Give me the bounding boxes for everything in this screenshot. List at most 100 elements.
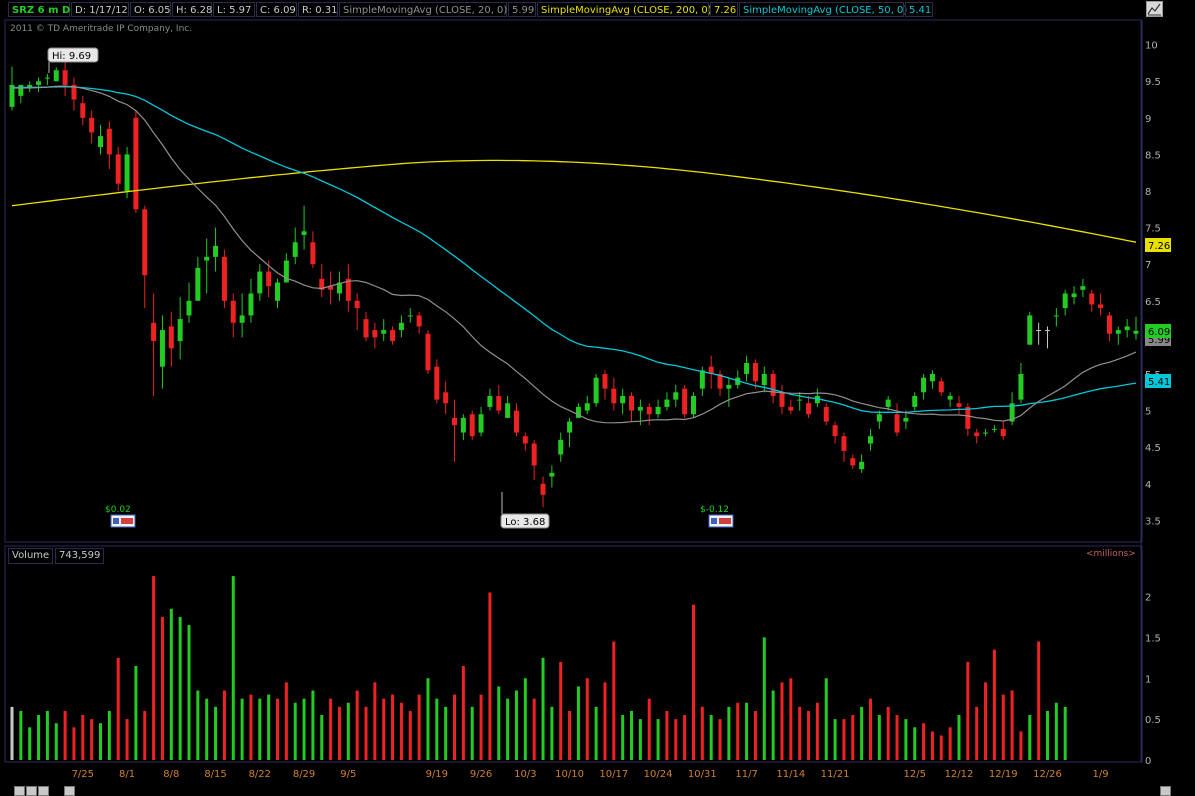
candle[interactable]	[204, 238, 210, 294]
candle[interactable]	[929, 370, 935, 389]
candle[interactable]	[602, 370, 608, 400]
candle[interactable]	[567, 417, 573, 448]
candle[interactable]	[221, 249, 227, 309]
candle[interactable]	[593, 373, 599, 407]
candle[interactable]	[646, 403, 652, 426]
candle[interactable]	[956, 395, 962, 415]
candle[interactable]	[336, 271, 342, 301]
candle[interactable]	[407, 308, 413, 323]
candle[interactable]	[354, 293, 360, 331]
candle[interactable]	[469, 410, 475, 440]
price-volume-chart[interactable]: 3.544.555.566.577.588.599.510 00.511.52 …	[0, 0, 1195, 796]
candle[interactable]	[1080, 278, 1086, 298]
candle[interactable]	[894, 403, 900, 437]
candle[interactable]	[629, 392, 635, 422]
candle[interactable]	[398, 315, 404, 338]
candle[interactable]	[859, 454, 865, 473]
candle[interactable]	[1098, 293, 1104, 316]
candle[interactable]	[1044, 326, 1050, 349]
candle[interactable]	[983, 428, 989, 437]
candle[interactable]	[673, 384, 679, 407]
candle[interactable]	[460, 414, 466, 440]
candle[interactable]	[522, 432, 528, 451]
candle[interactable]	[744, 355, 750, 382]
candle[interactable]	[257, 264, 263, 301]
candle[interactable]	[832, 421, 838, 444]
candle[interactable]	[655, 399, 661, 418]
candle[interactable]	[664, 392, 670, 411]
candle[interactable]	[938, 377, 944, 396]
candle[interactable]	[690, 392, 696, 418]
candle[interactable]	[416, 311, 422, 334]
dividend-marker-2[interactable]: $-0.12	[700, 505, 734, 528]
candle[interactable]	[80, 95, 86, 126]
zoom-in-button[interactable]	[26, 786, 37, 796]
dividend-marker-1[interactable]: $0.02	[105, 505, 136, 528]
candle[interactable]	[1089, 289, 1095, 312]
candle[interactable]	[195, 256, 201, 301]
candle[interactable]	[788, 399, 794, 415]
zoom-out-button[interactable]	[14, 786, 25, 796]
crosshair-button[interactable]	[64, 786, 75, 796]
candle[interactable]	[496, 384, 502, 415]
candle[interactable]	[752, 359, 758, 389]
candle[interactable]	[540, 476, 546, 508]
candle[interactable]	[142, 205, 148, 309]
candle[interactable]	[708, 355, 714, 389]
candle[interactable]	[1071, 286, 1077, 305]
candle[interactable]	[867, 428, 873, 451]
candle[interactable]	[1115, 326, 1121, 345]
candle[interactable]	[319, 264, 325, 298]
candle[interactable]	[487, 388, 493, 411]
candle[interactable]	[1124, 319, 1130, 338]
candle[interactable]	[62, 59, 68, 96]
candle[interactable]	[1133, 316, 1139, 340]
candle[interactable]	[912, 392, 918, 411]
candle[interactable]	[151, 293, 157, 396]
candle[interactable]	[44, 73, 50, 85]
candle[interactable]	[1000, 421, 1006, 440]
candle[interactable]	[363, 311, 369, 342]
expand-button[interactable]	[1160, 786, 1171, 796]
candle[interactable]	[345, 264, 351, 312]
candle[interactable]	[814, 388, 820, 407]
candle[interactable]	[1027, 311, 1033, 345]
candle[interactable]	[549, 465, 555, 488]
candle[interactable]	[443, 381, 449, 415]
candle[interactable]	[425, 330, 431, 374]
candle[interactable]	[275, 278, 281, 309]
candle[interactable]	[230, 293, 236, 338]
candle[interactable]	[27, 81, 33, 93]
candle[interactable]	[248, 278, 254, 323]
candle[interactable]	[159, 315, 165, 389]
candle[interactable]	[1106, 311, 1112, 342]
candle[interactable]	[133, 110, 139, 213]
candle[interactable]	[584, 395, 590, 415]
candle[interactable]	[89, 110, 95, 144]
candle[interactable]	[513, 403, 519, 437]
candle[interactable]	[381, 319, 387, 342]
candle[interactable]	[372, 322, 378, 349]
candle[interactable]	[823, 403, 829, 426]
candle[interactable]	[726, 377, 732, 407]
candle[interactable]	[965, 403, 971, 437]
candle[interactable]	[505, 395, 511, 418]
candle[interactable]	[1018, 363, 1024, 404]
candle[interactable]	[841, 432, 847, 462]
candle[interactable]	[779, 384, 785, 415]
candle[interactable]	[991, 425, 997, 433]
candle[interactable]	[611, 377, 617, 411]
candle[interactable]	[682, 384, 688, 418]
candle[interactable]	[115, 147, 121, 192]
candle[interactable]	[36, 77, 42, 93]
candle[interactable]	[1062, 289, 1068, 316]
candle[interactable]	[168, 311, 174, 367]
candle[interactable]	[98, 125, 104, 155]
candle[interactable]	[71, 77, 77, 111]
candle[interactable]	[717, 370, 723, 396]
candle[interactable]	[390, 326, 396, 345]
candle[interactable]	[850, 454, 856, 470]
candle[interactable]	[735, 370, 741, 389]
candle[interactable]	[239, 293, 245, 338]
candle[interactable]	[53, 67, 59, 82]
